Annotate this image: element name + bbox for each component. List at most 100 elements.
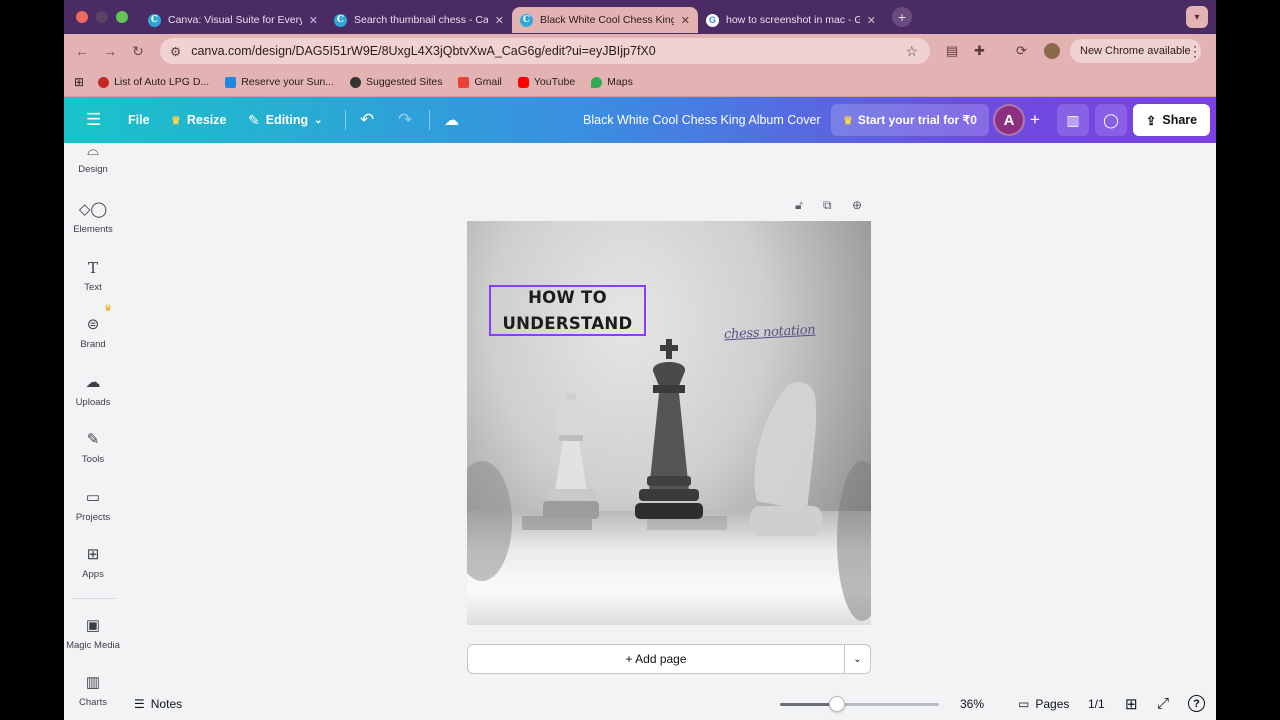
fullscreen-icon[interactable]: ⤢ <box>1157 695 1169 712</box>
duplicate-page-icon[interactable]: ⧉ <box>823 198 832 213</box>
tab-search-chevron-icon[interactable]: ▾ <box>1186 6 1208 28</box>
bookmark-item[interactable]: Reserve your Sun... <box>225 76 334 88</box>
zoom-slider[interactable] <box>780 696 939 712</box>
close-tab-icon[interactable]: ✕ <box>495 14 504 27</box>
zoom-slider-handle[interactable] <box>829 696 845 712</box>
canva-favicon-icon: C <box>148 13 161 27</box>
bookmark-item[interactable]: Gmail <box>458 76 502 88</box>
notes-icon: ☰ <box>134 697 145 711</box>
sidebar-item-charts[interactable]: ▥ Charts <box>64 674 122 708</box>
share-upload-icon: ⇪ <box>1145 113 1157 128</box>
bookmarks-bar: ⊞ List of Auto LPG D... Reserve your Sun… <box>64 68 1216 97</box>
bookmark-item[interactable]: Maps <box>591 76 633 88</box>
hamburger-menu-icon[interactable]: ☰ <box>86 110 101 130</box>
profile-avatar[interactable] <box>1044 43 1060 59</box>
editing-mode-button[interactable]: ✎ Editing ⌄ <box>248 112 322 129</box>
browser-tab-active[interactable]: C Black White Cool Chess King ✕ <box>512 7 698 33</box>
chrome-menu-icon[interactable]: ⋮ <box>1188 43 1202 60</box>
bookmark-item[interactable]: List of Auto LPG D... <box>98 76 209 88</box>
insights-chart-icon[interactable]: ▥ <box>1057 104 1089 136</box>
sidebar-item-apps[interactable]: ⊞ Apps <box>64 546 122 580</box>
file-menu[interactable]: File <box>128 113 150 127</box>
chess-pieces-image <box>467 339 871 621</box>
sidebar-item-text[interactable]: T Text <box>64 259 122 293</box>
redo-icon[interactable]: ↷ <box>398 110 412 130</box>
bookmark-label: YouTube <box>533 76 576 88</box>
url-text: canva.com/design/DAG5I51rW9E/8UxgL4X3jQb… <box>191 44 656 58</box>
sidebar-item-magic-media[interactable]: ▣ Magic Media <box>64 617 122 651</box>
browser-tab[interactable]: G how to screenshot in mac - G ✕ <box>698 7 884 33</box>
heading-text-box[interactable]: HOW TO UNDERSTAND <box>489 285 646 336</box>
add-collaborator-plus-icon[interactable]: + <box>1019 104 1051 136</box>
close-tab-icon[interactable]: ✕ <box>681 14 690 27</box>
divider <box>429 110 430 130</box>
resize-button[interactable]: ♛ Resize <box>171 113 226 127</box>
new-chrome-available-button[interactable]: New Chrome available <box>1070 39 1201 63</box>
sidebar-item-elements[interactable]: ◇◯ Elements <box>64 201 122 235</box>
bookmark-item[interactable]: YouTube <box>517 76 576 88</box>
browser-tab-strip: C Canva: Visual Suite for Every ✕ C Sear… <box>64 0 1216 34</box>
bookmark-item[interactable]: Suggested Sites <box>350 76 442 88</box>
charts-icon: ▥ <box>85 674 101 691</box>
design-icon: ⌓ <box>87 142 99 159</box>
apps-grid-icon[interactable]: ⊞ <box>74 75 84 89</box>
help-icon[interactable]: ? <box>1188 695 1205 712</box>
forward-arrow-icon[interactable]: → <box>96 43 124 59</box>
sidebar-item-label: Uploads <box>75 397 111 408</box>
cloud-saved-icon[interactable]: ☁ <box>444 111 459 129</box>
elements-icon: ◇◯ <box>78 201 108 218</box>
document-icon[interactable]: ▤ <box>946 43 958 59</box>
bookmark-label: Suggested Sites <box>366 76 443 88</box>
window-controls <box>76 11 128 23</box>
canva-favicon-icon: C <box>334 13 347 27</box>
reload-icon[interactable]: ↻ <box>124 43 152 60</box>
back-arrow-icon[interactable]: ← <box>68 43 96 59</box>
share-label: Share <box>1162 113 1198 127</box>
bookmark-label: List of Auto LPG D... <box>114 76 210 88</box>
design-page[interactable]: HOW TO UNDERSTAND chess notation <box>467 221 871 625</box>
grid-view-icon[interactable]: ⊞ <box>1125 695 1138 713</box>
browser-tab[interactable]: C Canva: Visual Suite for Every ✕ <box>140 7 326 33</box>
close-tab-icon[interactable]: ✕ <box>867 14 876 27</box>
trial-label: Start your trial for ₹0 <box>857 113 977 127</box>
sidebar-item-brand[interactable]: ⊜ Brand <box>64 316 122 350</box>
youtube-icon <box>517 76 529 88</box>
lock-icon[interactable]: 🔓︎ <box>795 198 803 213</box>
comment-icon[interactable]: ◯ <box>1095 104 1127 136</box>
bookmark-favicon-icon <box>225 76 237 88</box>
sidebar-item-label: Text <box>84 282 102 293</box>
add-page-button[interactable]: + Add page <box>467 644 845 674</box>
undo-icon[interactable]: ↶ <box>360 110 374 130</box>
sidebar-item-projects[interactable]: ▭ Projects <box>64 489 122 523</box>
resize-label: Resize <box>186 113 227 127</box>
brand-icon: ⊜ <box>86 316 100 333</box>
editing-label: Editing <box>265 113 309 127</box>
add-page-icon[interactable]: ⊕ <box>852 198 862 212</box>
tools-icon: ✎ <box>86 431 100 448</box>
share-button[interactable]: ⇪ Share <box>1133 104 1210 136</box>
canva-favicon-icon: C <box>520 13 533 27</box>
sidebar-item-uploads[interactable]: ☁ Uploads <box>64 374 122 408</box>
new-tab-button[interactable]: + <box>892 7 912 27</box>
notes-button[interactable]: ☰ Notes <box>134 697 182 711</box>
sidebar-item-tools[interactable]: ✎ Tools <box>64 431 122 465</box>
site-settings-icon[interactable]: ⚙ <box>170 44 181 59</box>
start-trial-button[interactable]: ♛ Start your trial for ₹0 <box>831 104 989 136</box>
crown-icon: ♛ <box>104 303 113 313</box>
chevron-down-icon[interactable]: ⌄ <box>844 644 871 674</box>
minimize-window-icon[interactable] <box>96 11 108 23</box>
bookmark-star-icon[interactable]: ☆ <box>905 43 918 60</box>
pages-button[interactable]: ▭ Pages <box>1018 697 1069 711</box>
maximize-window-icon[interactable] <box>116 11 128 23</box>
sidebar-item-design[interactable]: ⌓ Design <box>64 142 122 175</box>
sync-icon[interactable]: ⟳ <box>1016 43 1027 59</box>
zoom-percentage[interactable]: 36% <box>960 697 984 711</box>
sidebar-item-label: Magic Media <box>66 640 120 651</box>
document-title[interactable]: Black White Cool Chess King Album Cover <box>583 113 821 127</box>
browser-tab[interactable]: C Search thumbnail chess - Ca ✕ <box>326 7 512 33</box>
address-bar[interactable]: ⚙ canva.com/design/DAG5I51rW9E/8UxgL4X3j… <box>160 38 930 64</box>
close-window-icon[interactable] <box>76 11 88 23</box>
heading-line-1: HOW TO <box>528 287 607 307</box>
extensions-puzzle-icon[interactable]: ✚ <box>974 43 985 59</box>
close-tab-icon[interactable]: ✕ <box>309 14 318 27</box>
